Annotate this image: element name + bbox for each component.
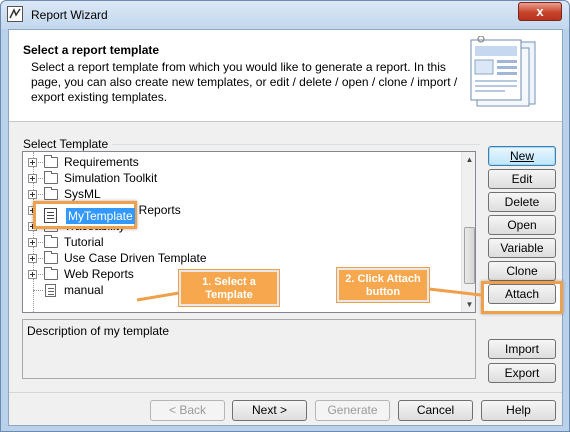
next-button-label: Next > xyxy=(251,403,287,417)
cancel-button-label: Cancel xyxy=(416,403,455,417)
import-button[interactable]: Import xyxy=(488,339,556,359)
wizard-client-area: Select a report template Select a report… xyxy=(8,29,563,426)
callout-pointer-icon xyxy=(136,287,482,302)
window-title: Report Wizard xyxy=(31,8,108,22)
back-button-label: < Back xyxy=(168,403,207,417)
generate-button[interactable]: Generate xyxy=(315,400,390,421)
help-button-label: Help xyxy=(506,403,531,417)
report-wizard-window: Report Wizard x Select a report template… xyxy=(0,0,570,432)
next-button[interactable]: Next > xyxy=(232,400,307,421)
title-bar[interactable]: Report Wizard x xyxy=(1,1,569,29)
back-button[interactable]: < Back xyxy=(150,400,225,421)
app-icon xyxy=(7,6,23,22)
export-button-label: Export xyxy=(504,366,540,380)
cancel-button[interactable]: Cancel xyxy=(398,400,473,421)
help-button[interactable]: Help xyxy=(481,400,556,421)
close-button[interactable]: x xyxy=(518,2,562,21)
generate-button-label: Generate xyxy=(327,403,378,417)
footer-divider xyxy=(9,392,562,393)
import-button-label: Import xyxy=(504,342,539,356)
export-button[interactable]: Export xyxy=(488,363,556,383)
